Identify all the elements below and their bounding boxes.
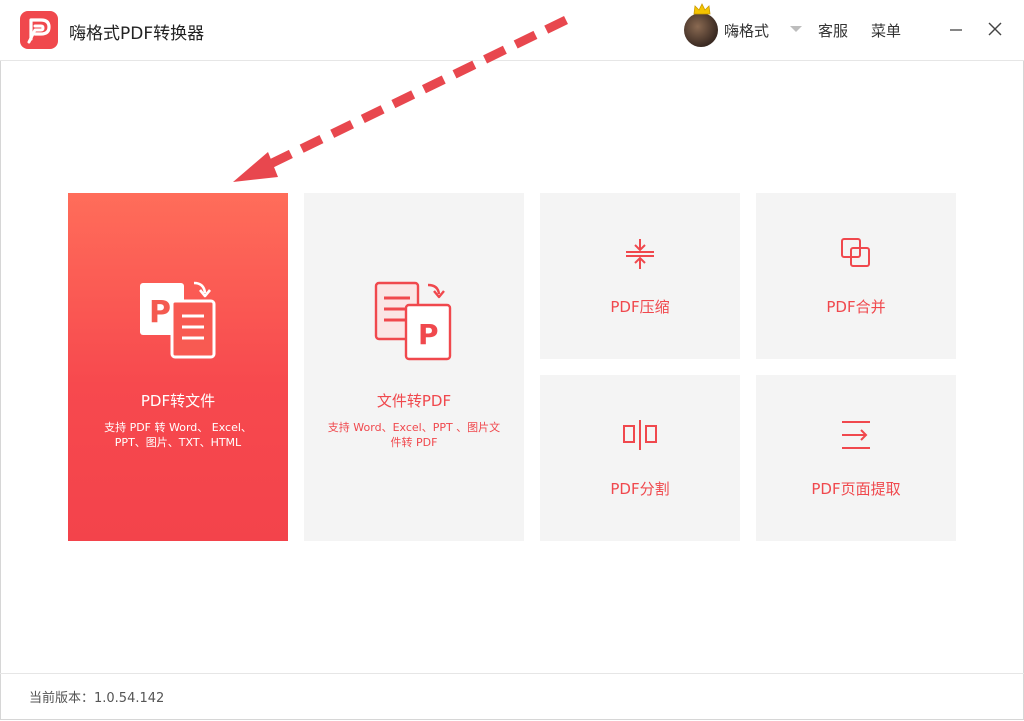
merge-icon [841, 238, 870, 267]
username[interactable]: 嗨格式 [724, 20, 769, 41]
pdf-merge-card[interactable]: PDF合并 [756, 193, 956, 359]
pdf-extract-label: PDF页面提取 [811, 480, 901, 498]
pdf-merge-label: PDF合并 [826, 298, 886, 316]
file-to-pdf-label: 文件转PDF [376, 392, 452, 410]
vip-crown-icon [693, 3, 711, 15]
pdf-to-file-description-line1: 支持 PDF 转 Word、 Excel、 [104, 421, 252, 434]
minimize-icon[interactable] [947, 20, 965, 38]
page-extract-icon [842, 421, 870, 449]
close-icon[interactable] [986, 20, 1004, 38]
pdf-compress-label: PDF压缩 [610, 298, 670, 316]
document-to-pdf-icon: P [374, 281, 452, 361]
menu-button[interactable]: 菜单 [871, 20, 901, 41]
pdf-compress-card[interactable]: PDF压缩 [540, 193, 740, 359]
compress-icon [626, 239, 654, 269]
pdf-to-file-label: PDF转文件 [140, 392, 216, 410]
support-button[interactable]: 客服 [818, 20, 848, 41]
avatar[interactable] [684, 13, 718, 47]
title-bar: 嗨格式PDF转换器 嗨格式 客服 菜单 [0, 0, 1024, 61]
pdf-to-file-description-line2: PPT、图片、TXT、HTML [114, 436, 242, 449]
file-to-pdf-description-line2: 件转 PDF [390, 436, 438, 449]
app-logo-icon [20, 11, 58, 49]
version-text: 当前版本：1.0.54.142 [29, 691, 165, 706]
svg-text:P: P [418, 318, 439, 351]
pdf-split-card[interactable]: PDF分割 [540, 375, 740, 541]
split-icon [623, 420, 657, 450]
pdf-split-label: PDF分割 [610, 480, 670, 498]
file-to-pdf-description-line1: 支持 Word、Excel、PPT 、图片文 [327, 421, 501, 434]
user-dropdown-icon[interactable] [790, 26, 802, 32]
pdf-extract-card[interactable]: PDF页面提取 [756, 375, 956, 541]
pdf-to-document-icon: P [140, 281, 216, 359]
svg-text:P: P [149, 295, 171, 330]
file-to-pdf-card[interactable]: P 文件转PDF 支持 Word、Excel、PPT 、图片文 件转 PDF [304, 193, 524, 541]
pdf-to-file-card[interactable]: P PDF转文件 支持 PDF 转 Word、 Excel、 PPT、图片、TX… [68, 193, 288, 541]
app-title: 嗨格式PDF转换器 [69, 24, 205, 44]
